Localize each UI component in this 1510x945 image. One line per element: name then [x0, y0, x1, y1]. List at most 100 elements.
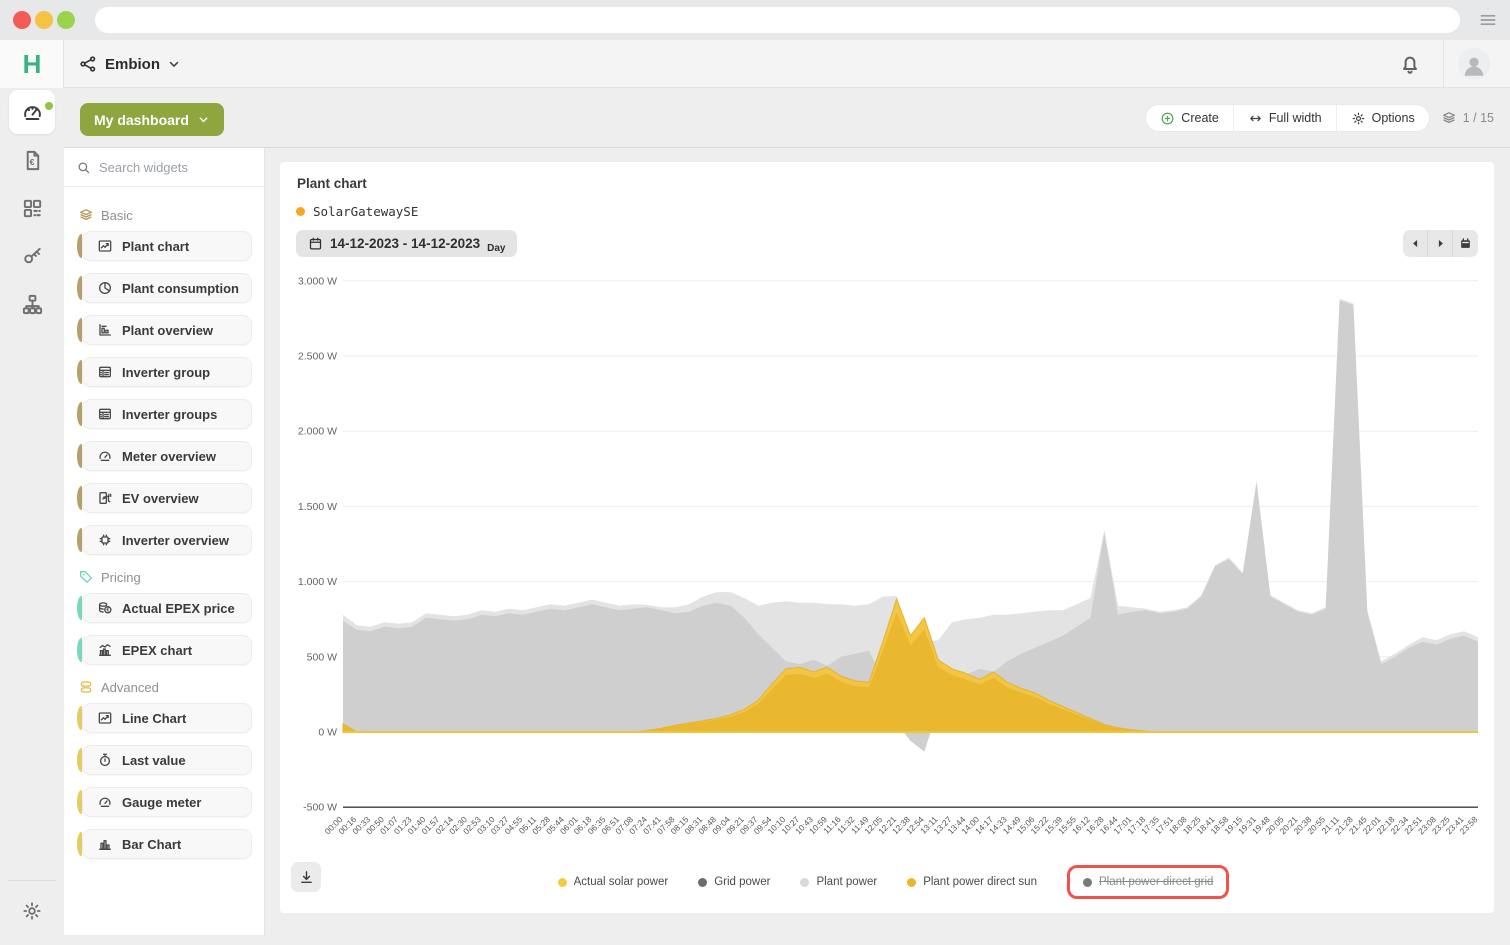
- prev-period-button[interactable]: [1403, 230, 1428, 257]
- widget-item-label: Inverter group: [122, 365, 210, 380]
- dashboard-canvas: Plant chart SolarGatewaySE 14-12-2023 - …: [265, 148, 1510, 945]
- bar-chart-icon: [97, 836, 113, 852]
- date-range-picker[interactable]: 14-12-2023 - 14-12-2023 Day: [296, 230, 517, 257]
- active-badge: [45, 102, 53, 110]
- svg-text:€: €: [106, 608, 109, 614]
- next-period-button[interactable]: [1428, 230, 1453, 257]
- legend-label: Plant power direct grid: [1099, 876, 1213, 888]
- app-header: H Embion: [0, 40, 1510, 88]
- rail-divider: [8, 880, 56, 881]
- notifications-button[interactable]: [1398, 52, 1422, 76]
- device-legend[interactable]: SolarGatewaySE: [296, 204, 418, 219]
- widget-item-line-chart[interactable]: Line Chart: [82, 703, 252, 733]
- calendar-button[interactable]: [1453, 230, 1478, 257]
- widget-item-plant-consumption[interactable]: Plant consumption: [82, 273, 252, 303]
- table-list-icon: [97, 364, 113, 380]
- plant-chart-plot[interactable]: 3.000 W2.500 W2.000 W1.500 W1.000 W500 W…: [280, 262, 1494, 882]
- chip-icon: [97, 532, 113, 548]
- legend-item-actual-solar-power[interactable]: Actual solar power: [558, 876, 669, 888]
- y-axis-label: 0 W: [318, 727, 337, 739]
- full-width-button[interactable]: Full width: [1234, 105, 1337, 131]
- browser-url-bar[interactable]: [95, 7, 1460, 33]
- sidebar-item-dashboard[interactable]: [0, 88, 64, 136]
- legend-dot: [907, 878, 916, 887]
- widget-item-ev-overview[interactable]: EV overview: [82, 483, 252, 513]
- y-axis-label: 500 W: [307, 651, 337, 663]
- widget-item-epex-chart[interactable]: EPEX chart: [82, 635, 252, 665]
- options-button[interactable]: Options: [1337, 105, 1429, 131]
- stopwatch-icon: [97, 752, 113, 768]
- gear-icon: [21, 900, 43, 922]
- widget-section-basic: Basic: [78, 207, 252, 223]
- sidebar-item-invoices[interactable]: €: [0, 136, 64, 184]
- widget-item-plant-overview[interactable]: Plant overview: [82, 315, 252, 345]
- download-chart-button[interactable]: [291, 862, 321, 892]
- chart-title: Plant chart: [297, 176, 367, 191]
- y-axis-label: -500 W: [303, 802, 337, 814]
- coins-icon: €: [97, 600, 113, 616]
- legend-item-plant-power[interactable]: Plant power: [800, 876, 877, 888]
- download-icon: [298, 869, 315, 886]
- app-logo[interactable]: H: [0, 40, 64, 88]
- legend-dot: [800, 878, 809, 887]
- gauge-icon: [97, 794, 113, 810]
- legend-item-plant-power-direct-grid[interactable]: Plant power direct grid: [1067, 865, 1229, 899]
- epex-chart-icon: [97, 642, 113, 658]
- caret-right-icon: [1434, 237, 1447, 250]
- widget-item-inverter-overview[interactable]: Inverter overview: [82, 525, 252, 555]
- dashboard-page-indicator[interactable]: 1 / 15: [1441, 110, 1494, 126]
- key-icon: [21, 245, 44, 268]
- sidebar-item-widgets[interactable]: [0, 184, 64, 232]
- speedometer-icon: [21, 101, 44, 124]
- window-close-button[interactable]: [13, 11, 31, 29]
- widget-item-inverter-group[interactable]: Inverter group: [82, 357, 252, 387]
- drag-handle-accent: [77, 790, 86, 814]
- widget-item-last-value[interactable]: Last value: [82, 745, 252, 775]
- widget-item-plant-chart[interactable]: Plant chart: [82, 231, 252, 261]
- logo-letter: H: [23, 49, 41, 80]
- line-chart-icon: [97, 238, 113, 254]
- widget-item-inverter-groups[interactable]: Inverter groups: [82, 399, 252, 429]
- line-chart-icon: [97, 710, 113, 726]
- widget-search-input[interactable]: [99, 160, 239, 175]
- dashboard-selector-label: My dashboard: [94, 112, 189, 128]
- person-icon: [1461, 53, 1487, 79]
- date-range-label: 14-12-2023 - 14-12-2023: [330, 236, 480, 251]
- sidebar-item-settings[interactable]: [0, 891, 64, 931]
- date-granularity-label: Day: [487, 243, 505, 254]
- window-minimize-button[interactable]: [35, 11, 53, 29]
- legend-dot: [558, 878, 567, 887]
- drag-handle-accent: [77, 748, 86, 772]
- invoice-euro-icon: €: [21, 149, 44, 172]
- dashboard-selector-button[interactable]: My dashboard: [80, 103, 224, 136]
- drag-handle-accent: [77, 444, 86, 468]
- date-nav-group: [1403, 230, 1478, 257]
- drag-handle-accent: [77, 318, 86, 342]
- sidebar-item-access-keys[interactable]: [0, 232, 64, 280]
- widget-item-actual-epex-price[interactable]: €Actual EPEX price: [82, 593, 252, 623]
- y-axis-label: 3.000 W: [298, 275, 337, 287]
- widget-section-label: Pricing: [101, 570, 141, 585]
- org-switcher[interactable]: Embion: [78, 40, 181, 88]
- gauge-icon: [97, 448, 113, 464]
- caret-left-icon: [1409, 237, 1422, 250]
- legend-item-plant-power-direct-sun[interactable]: Plant power direct sun: [907, 876, 1037, 888]
- create-button[interactable]: Create: [1146, 105, 1234, 131]
- plus-circle-icon: [1160, 111, 1175, 126]
- app-window: H Embion My dashboard Create: [0, 0, 1510, 945]
- user-avatar[interactable]: [1458, 48, 1490, 80]
- window-zoom-button[interactable]: [57, 11, 75, 29]
- widget-panel: Basic Plant chart Plant consumption Plant o…: [64, 148, 265, 935]
- widget-item-gauge-meter[interactable]: Gauge meter: [82, 787, 252, 817]
- browser-menu-icon[interactable]: [1478, 10, 1498, 30]
- drag-handle-accent: [77, 276, 86, 300]
- calendar-solid-icon: [1459, 237, 1472, 250]
- widget-item-label: EPEX chart: [122, 643, 192, 658]
- drag-handle-accent: [77, 596, 86, 620]
- widget-item-meter-overview[interactable]: Meter overview: [82, 441, 252, 471]
- drag-handle-accent: [77, 486, 86, 510]
- legend-item-grid-power[interactable]: Grid power: [698, 876, 770, 888]
- create-label: Create: [1181, 111, 1219, 125]
- widget-item-bar-chart[interactable]: Bar Chart: [82, 829, 252, 859]
- sidebar-item-hierarchy[interactable]: [0, 280, 64, 328]
